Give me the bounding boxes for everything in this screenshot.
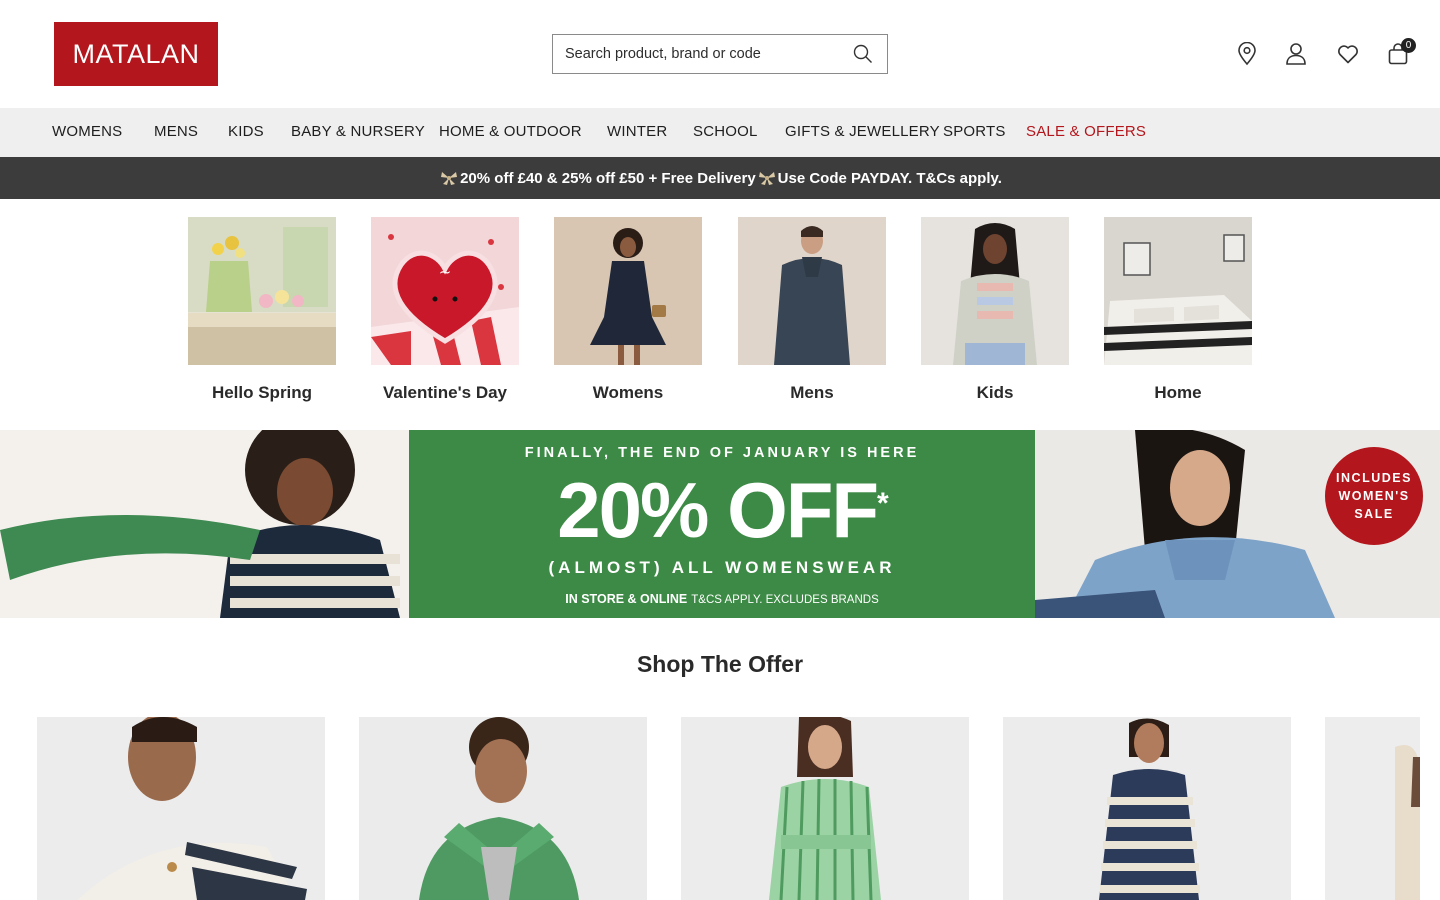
product-image [681,717,969,900]
nav-home-outdoor[interactable]: HOME & OUTDOOR [439,123,582,140]
nav-gifts-jewellery[interactable]: GIFTS & JEWELLERY [785,123,940,140]
promo-text-code: Use Code PAYDAY. T&Cs apply. [777,169,1002,187]
hero-headline-text: 20% OFF [557,466,879,554]
product-card[interactable] [681,717,969,900]
hero-banner[interactable]: FINALLY, THE END OF JANUARY IS HERE 20% … [0,430,1440,618]
gift-bow-icon [758,172,775,185]
product-card[interactable] [1325,717,1420,900]
product-card[interactable] [37,717,325,900]
hero-eyebrow: FINALLY, THE END OF JANUARY IS HERE [524,445,920,461]
category-hello-spring[interactable]: Hello Spring [188,217,336,402]
hero-image-left [0,430,409,618]
promo-text-offer: 20% off £40 & 25% off £50 + Free Deliver… [460,169,756,187]
category-image [554,217,702,365]
nav-school[interactable]: SCHOOL [693,123,758,140]
product-image [1003,717,1291,900]
bag-count-badge: 0 [1401,38,1416,53]
nav-sports[interactable]: SPORTS [943,123,1006,140]
nav-mens[interactable]: MENS [154,123,198,140]
hero-terms: T&CS APPLY. EXCLUDES BRANDS [691,594,879,606]
hero-image-right: INCLUDES WOMEN'S SALE [1035,430,1440,618]
category-label: Kids [976,383,1014,402]
hero-asterisk: * [877,487,889,520]
section-title-shop-offer: Shop The Offer [636,651,804,677]
category-image [738,217,886,365]
store-locator-icon[interactable] [1234,40,1260,68]
category-label: Mens [790,383,834,402]
badge-line-3: SALE [1354,507,1394,521]
hero-channel: IN STORE & ONLINE [565,592,688,606]
category-womens[interactable]: Womens [554,217,702,402]
category-kids[interactable]: Kids [921,217,1069,402]
category-label: Hello Spring [211,383,313,402]
category-mens[interactable]: Mens [738,217,886,402]
hero-subline: (ALMOST) ALL WOMENSWEAR [548,558,896,577]
includes-sale-badge: INCLUDES WOMEN'S SALE [1325,447,1423,545]
nav-womens[interactable]: WOMENS [52,123,122,140]
badge-line-2: WOMEN'S [1338,489,1410,503]
nav-winter[interactable]: WINTER [607,123,667,140]
matalan-logo[interactable]: MATALAN [54,22,218,86]
search-bar [552,34,888,74]
product-image [37,717,325,900]
hero-terms-line: IN STORE & ONLINE T&CS APPLY. EXCLUDES BR… [409,592,1035,606]
badge-line-1: INCLUDES [1336,471,1412,485]
category-valentines-day[interactable]: ~ Valentine's Day [371,217,519,402]
promo-banner[interactable]: 20% off £40 & 25% off £50 + Free Deliver… [0,157,1440,199]
category-label: Home [1154,383,1202,402]
search-input[interactable] [553,35,843,73]
category-label: Valentine's Day [382,383,508,402]
svg-text:~: ~ [439,263,452,281]
category-image [1104,217,1252,365]
product-card[interactable] [1003,717,1291,900]
category-image: ~ [371,217,519,365]
logo-text: MATALAN [72,38,200,69]
header-icons: 0 [1232,38,1422,70]
product-image [1325,717,1420,900]
hero-offer-panel: FINALLY, THE END OF JANUARY IS HERE 20% … [409,430,1035,618]
wishlist-heart-icon[interactable] [1335,40,1361,68]
category-image [921,217,1069,365]
nav-kids[interactable]: KIDS [228,123,264,140]
site-header: MATALAN 0 [0,0,1440,108]
main-navigation: WOMENS MENS KIDS BABY & NURSERY HOME & O… [0,108,1440,157]
nav-baby-nursery[interactable]: BABY & NURSERY [291,123,425,140]
search-icon[interactable] [853,44,873,64]
nav-sale-offers[interactable]: SALE & OFFERS [1026,123,1146,140]
hero-headline: 20% OFF* [409,466,1035,554]
category-label: Womens [592,383,664,402]
category-image [188,217,336,365]
product-image [359,717,647,900]
account-icon[interactable] [1283,40,1309,68]
bag-icon[interactable]: 0 [1385,38,1416,68]
product-card[interactable] [359,717,647,900]
gift-bow-icon [441,172,458,185]
category-home[interactable]: Home [1104,217,1252,402]
